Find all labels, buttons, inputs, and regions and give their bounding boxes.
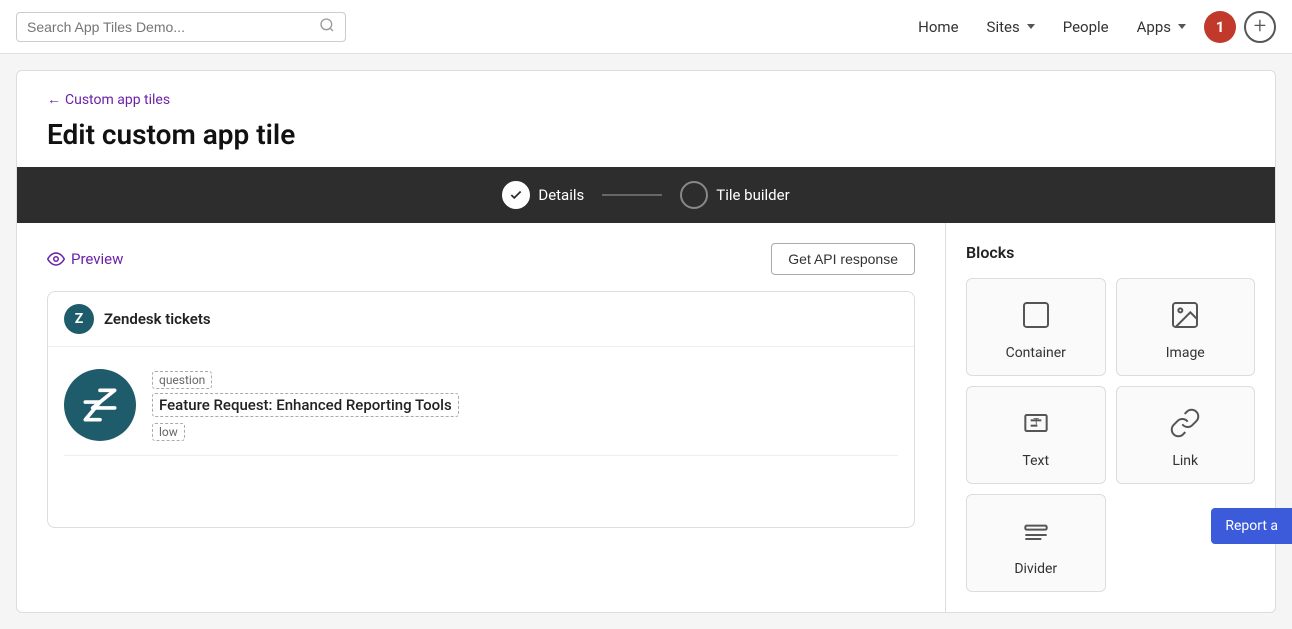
- get-api-response-button[interactable]: Get API response: [771, 243, 915, 275]
- image-icon: [1169, 299, 1201, 335]
- step-details-circle: [502, 181, 530, 209]
- sites-link[interactable]: Sites: [977, 12, 1045, 42]
- block-container[interactable]: Container: [966, 278, 1106, 376]
- zendesk-empty-row: [64, 455, 898, 515]
- blocks-title: Blocks: [966, 243, 1255, 262]
- avatar[interactable]: 1: [1204, 11, 1236, 43]
- breadcrumb[interactable]: ← Custom app tiles: [47, 91, 1245, 108]
- preview-header: Preview Get API response: [47, 243, 915, 275]
- preview-button[interactable]: Preview: [47, 250, 123, 268]
- apps-link[interactable]: Apps: [1127, 12, 1196, 42]
- block-text[interactable]: T Text: [966, 386, 1106, 484]
- zendesk-logo: [64, 369, 136, 441]
- text-icon: T: [1020, 407, 1052, 443]
- step-tile-builder-label: Tile builder: [716, 186, 789, 204]
- search-icon: [319, 17, 335, 37]
- back-arrow-icon: ←: [47, 91, 61, 108]
- step-bar: Details Tile builder: [17, 167, 1275, 223]
- block-container-label: Container: [1006, 345, 1066, 361]
- zendesk-app-avatar: Z: [64, 304, 94, 334]
- block-link[interactable]: Link: [1116, 386, 1256, 484]
- block-divider[interactable]: Divider: [966, 494, 1106, 592]
- step-tile-builder: Tile builder: [680, 181, 789, 209]
- home-link[interactable]: Home: [908, 12, 968, 42]
- breadcrumb-label: Custom app tiles: [65, 92, 170, 108]
- link-icon: [1169, 407, 1201, 443]
- container-icon: [1020, 299, 1052, 335]
- blocks-panel: Blocks Container: [945, 223, 1275, 612]
- nav-links: Home Sites People Apps 1 +: [908, 11, 1276, 43]
- card-body: Preview Get API response Z Zendesk ticke…: [17, 223, 1275, 612]
- block-image-label: Image: [1166, 345, 1205, 361]
- zendesk-app-name: Zendesk tickets: [104, 310, 211, 328]
- zendesk-card-header: Z Zendesk tickets: [48, 292, 914, 347]
- top-navigation: Home Sites People Apps 1 +: [0, 0, 1292, 54]
- zendesk-card-body: question Feature Request: Enhanced Repor…: [48, 347, 914, 527]
- blocks-grid: Container Image: [966, 278, 1255, 592]
- block-text-label: Text: [1022, 453, 1049, 469]
- zendesk-tag: question: [152, 371, 212, 389]
- step-connector: [602, 194, 662, 196]
- page-title: Edit custom app tile: [47, 118, 1245, 151]
- search-wrapper: [16, 12, 346, 42]
- step-details-label: Details: [538, 186, 584, 204]
- search-input[interactable]: [27, 19, 315, 35]
- zendesk-priority: low: [152, 423, 185, 441]
- zendesk-ticket-content: question Feature Request: Enhanced Repor…: [152, 369, 898, 441]
- zendesk-card: Z Zendesk tickets question: [47, 291, 915, 528]
- zendesk-ticket-item: question Feature Request: Enhanced Repor…: [64, 359, 898, 451]
- report-button[interactable]: Report a: [1211, 508, 1292, 544]
- add-button[interactable]: +: [1244, 11, 1276, 43]
- divider-icon: [1020, 515, 1052, 551]
- svg-text:T: T: [1033, 416, 1039, 426]
- people-link[interactable]: People: [1053, 12, 1119, 42]
- block-image[interactable]: Image: [1116, 278, 1256, 376]
- card-header: ← Custom app tiles Edit custom app tile: [17, 71, 1275, 167]
- preview-label: Preview: [71, 250, 123, 268]
- zendesk-feature-title: Feature Request: Enhanced Reporting Tool…: [152, 393, 459, 417]
- main-card: ← Custom app tiles Edit custom app tile …: [16, 70, 1276, 613]
- preview-area: Preview Get API response Z Zendesk ticke…: [17, 223, 945, 612]
- block-divider-label: Divider: [1014, 561, 1057, 577]
- step-details: Details: [502, 181, 584, 209]
- step-tile-builder-circle: [680, 181, 708, 209]
- block-link-label: Link: [1172, 453, 1198, 469]
